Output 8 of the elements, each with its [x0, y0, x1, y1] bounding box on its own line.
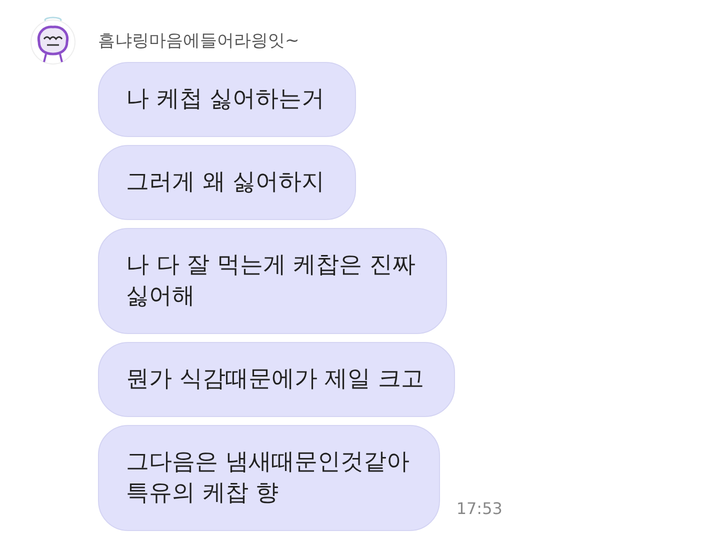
message-bubble: 나 케첩 싫어하는거 — [98, 62, 356, 137]
message-bubble: 나 다 잘 먹는게 케찹은 진짜 싫어해 — [98, 228, 447, 334]
message-bubble: 뭔가 식감때문에가 제일 크고 — [98, 342, 455, 417]
sender-name: 흠냐링마음에들어라읭잇~ — [98, 30, 300, 53]
message-time: 17:53 — [456, 498, 502, 520]
message-bubble: 그다음은 냄새때문인것같아 특유의 케찹 향 — [98, 425, 440, 531]
message-bubble: 그러게 왜 싫어하지 — [98, 145, 356, 220]
avatar-icon[interactable] — [29, 14, 77, 66]
